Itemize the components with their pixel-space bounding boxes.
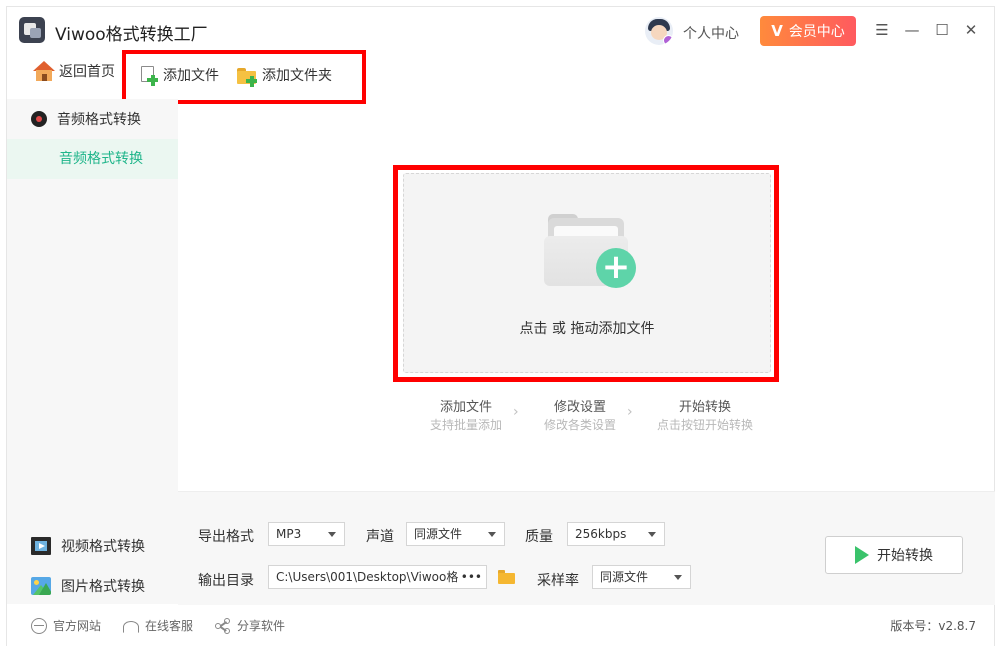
sidebar: 音频格式转换 音频格式转换 视频格式转换 图片格式转换 xyxy=(7,99,178,604)
globe-icon xyxy=(31,617,47,634)
format-select[interactable]: MP3 xyxy=(268,522,345,546)
menu-icon[interactable]: ☰ xyxy=(873,21,891,39)
share-icon xyxy=(215,617,231,634)
steps-guide: 添加文件 支持批量添加 › 修改设置 修改各类设置 › 开始转换 点击按钮开始转… xyxy=(407,396,787,433)
user-center-link[interactable]: 个人中心 xyxy=(683,23,739,43)
step-start-convert: 开始转换 点击按钮开始转换 xyxy=(649,396,761,433)
step-subtitle: 支持批量添加 xyxy=(429,418,502,432)
maximize-icon[interactable]: ☐ xyxy=(933,21,951,39)
plus-icon: + xyxy=(596,248,636,288)
step-subtitle: 点击按钮开始转换 xyxy=(656,418,753,432)
drop-zone-text: 点击 或 拖动添加文件 xyxy=(519,321,655,337)
add-folder-label: 添加文件夹 xyxy=(262,68,332,84)
website-label: 官方网站 xyxy=(53,619,102,633)
quality-value: 256kbps xyxy=(575,527,627,541)
start-convert-label: 开始转换 xyxy=(877,548,933,564)
chevron-down-icon xyxy=(328,532,336,537)
user-avatar[interactable] xyxy=(645,17,673,45)
channel-label: 声道 xyxy=(366,529,394,545)
title-bar: Viwoo格式转换工厂 个人中心 V 会员中心 ☰ — ☐ ✕ xyxy=(7,7,994,55)
step-title: 修改设置 xyxy=(553,400,606,415)
output-dir-value: C:\Users\001\Desktop\Viwoo格式 xyxy=(276,570,471,584)
vinyl-record-icon xyxy=(31,111,47,127)
share-label: 分享软件 xyxy=(237,619,286,633)
headset-icon xyxy=(123,620,139,633)
picture-icon xyxy=(31,577,51,595)
quality-select[interactable]: 256kbps xyxy=(567,522,665,546)
folder-browse-icon[interactable] xyxy=(498,570,516,584)
sidebar-item-image[interactable]: 图片格式转换 xyxy=(7,566,178,606)
sidebar-subitem-audio-convert[interactable]: 音频格式转换 xyxy=(7,139,178,179)
chevron-down-icon xyxy=(648,532,656,537)
vip-center-button[interactable]: V 会员中心 xyxy=(760,16,856,46)
step-title: 开始转换 xyxy=(678,400,731,415)
chevron-right-icon: › xyxy=(513,404,519,420)
chevron-down-icon xyxy=(674,575,682,580)
app-logo-icon xyxy=(19,17,45,43)
share-link[interactable]: 分享软件 xyxy=(215,617,285,634)
output-dir-field[interactable]: C:\Users\001\Desktop\Viwoo格式 ••• xyxy=(268,565,487,589)
home-button[interactable]: 返回首页 xyxy=(33,61,115,81)
support-label: 在线客服 xyxy=(145,619,194,633)
samplerate-select[interactable]: 同源文件 xyxy=(592,565,691,589)
samplerate-label: 采样率 xyxy=(537,573,579,589)
app-title: Viwoo格式转换工厂 xyxy=(55,25,208,45)
vip-v-icon: V xyxy=(771,22,783,40)
app-window: Viwoo格式转换工厂 个人中心 V 会员中心 ☰ — ☐ ✕ 返回首页 添加文… xyxy=(6,6,995,647)
settings-panel: 导出格式 MP3 声道 同源文件 质量 256kbps 输出目录 C:\User… xyxy=(178,491,995,605)
samplerate-value: 同源文件 xyxy=(600,570,649,584)
website-link[interactable]: 官方网站 xyxy=(31,617,101,634)
sidebar-item-label: 图片格式转换 xyxy=(61,579,145,595)
chevron-down-icon xyxy=(488,532,496,537)
close-icon[interactable]: ✕ xyxy=(962,21,980,39)
channel-select[interactable]: 同源文件 xyxy=(406,522,505,546)
support-link[interactable]: 在线客服 xyxy=(123,617,193,634)
channel-value: 同源文件 xyxy=(414,527,463,541)
format-label: 导出格式 xyxy=(198,529,254,545)
quality-label: 质量 xyxy=(525,529,553,545)
sidebar-item-video[interactable]: 视频格式转换 xyxy=(7,526,178,566)
film-icon xyxy=(31,537,51,555)
file-drop-zone[interactable]: + 点击 或 拖动添加文件 xyxy=(403,173,771,373)
version-text: 版本号：v2.8.7 xyxy=(890,619,976,633)
step-add-file: 添加文件 支持批量添加 xyxy=(421,396,511,433)
step-title: 添加文件 xyxy=(439,400,492,415)
minimize-icon[interactable]: — xyxy=(903,21,921,39)
home-label: 返回首页 xyxy=(59,64,115,80)
sidebar-item-label: 音频格式转换 xyxy=(57,112,141,128)
footer: 官方网站 在线客服 分享软件 版本号：v2.8.7 xyxy=(7,605,994,647)
add-file-label: 添加文件 xyxy=(163,68,219,84)
play-icon xyxy=(855,546,869,564)
folder-add-icon xyxy=(236,65,258,87)
folder-add-large-icon: + xyxy=(544,212,636,292)
vip-center-label: 会员中心 xyxy=(788,24,845,40)
more-icon: ••• xyxy=(457,566,482,588)
output-dir-label: 输出目录 xyxy=(198,573,254,589)
start-convert-button[interactable]: 开始转换 xyxy=(825,536,963,574)
step-modify-settings: 修改设置 修改各类设置 xyxy=(535,396,625,433)
add-folder-button[interactable]: 添加文件夹 xyxy=(236,65,332,87)
chevron-right-icon: › xyxy=(627,404,633,420)
step-subtitle: 修改各类设置 xyxy=(543,418,616,432)
format-value: MP3 xyxy=(276,527,302,541)
sidebar-item-label: 视频格式转换 xyxy=(61,539,145,555)
sidebar-item-audio[interactable]: 音频格式转换 xyxy=(7,99,178,139)
home-icon xyxy=(33,61,55,81)
add-file-button[interactable]: 添加文件 xyxy=(139,65,219,86)
file-add-icon xyxy=(139,65,159,86)
